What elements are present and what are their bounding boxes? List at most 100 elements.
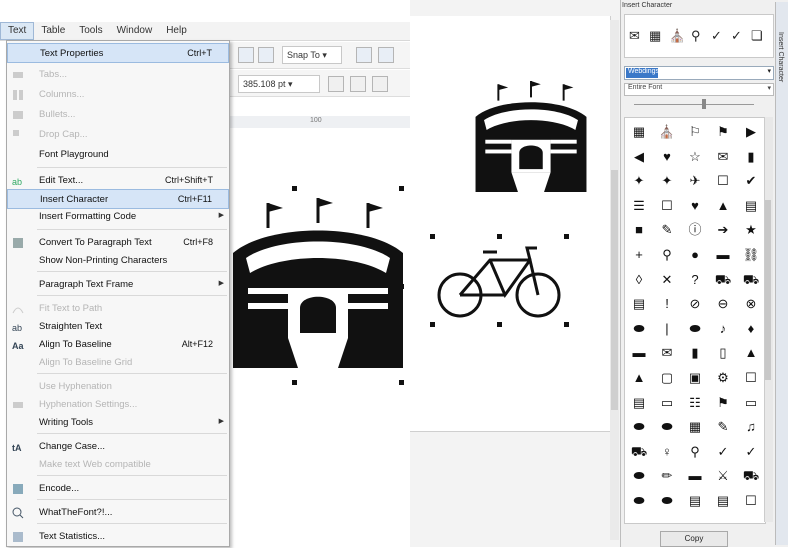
glyph-cell[interactable]: +: [625, 243, 653, 266]
glyph-cell[interactable]: ▤: [625, 391, 653, 414]
glyph-cell[interactable]: ☐: [709, 169, 737, 192]
menu-item-tabs[interactable]: Tabs...: [7, 65, 229, 85]
glyph-cell[interactable]: ✉: [653, 341, 681, 364]
menu-text[interactable]: Text: [0, 22, 35, 40]
menu-window[interactable]: Window: [110, 23, 160, 39]
glyph-cell[interactable]: ◊: [625, 268, 653, 291]
toolbar-icon-3[interactable]: [356, 47, 372, 63]
glyph-cell[interactable]: ●: [681, 243, 709, 266]
menu-item-align-to-baseline[interactable]: Aa Align To Baseline Alt+F12: [7, 335, 229, 355]
glyph-cell[interactable]: ✎: [653, 218, 681, 241]
canvas-scroll-thumb[interactable]: [611, 170, 618, 410]
docker-side-tab[interactable]: Insert Character: [775, 2, 788, 545]
glyph-cell[interactable]: ✕: [653, 268, 681, 291]
selection-handle[interactable]: [292, 380, 297, 385]
menu-item-align-to-baseline-grid[interactable]: Align To Baseline Grid: [7, 353, 229, 373]
bicycle-icon[interactable]: [435, 240, 565, 322]
menu-item-hyphenation-settings[interactable]: Hyphenation Settings...: [7, 395, 229, 415]
glyph-cell[interactable]: ⬬: [681, 317, 709, 340]
glyph-cell[interactable]: ◀: [625, 145, 653, 168]
glyph-cell[interactable]: ✦: [653, 169, 681, 192]
selection-handle[interactable]: [292, 186, 297, 191]
italic-icon[interactable]: [350, 76, 366, 92]
glyph-cell[interactable]: ★: [737, 218, 765, 241]
glyph-cell[interactable]: ✉: [709, 145, 737, 168]
snap-to-dropdown[interactable]: Snap To ▾: [282, 46, 342, 64]
glyph-cell[interactable]: ✈: [681, 169, 709, 192]
drawing-canvas-left[interactable]: [228, 128, 410, 548]
glyph-cell[interactable]: ⊖: [709, 292, 737, 315]
glyph-cell[interactable]: ⛟: [737, 268, 765, 291]
menu-item-change-case[interactable]: tA Change Case...: [7, 437, 229, 457]
stadium-icon-large[interactable]: [228, 198, 408, 388]
menu-table[interactable]: Table: [34, 23, 72, 39]
glyph-cell[interactable]: ☐: [653, 194, 681, 217]
glyph-cell[interactable]: ⛟: [625, 440, 653, 463]
menu-item-paragraph-text-frame[interactable]: Paragraph Text Frame ▶: [7, 275, 229, 295]
font-dropdown[interactable]: Webdings ▾: [624, 66, 774, 80]
glyph-cell[interactable]: ⬬: [653, 415, 681, 438]
glyph-cell[interactable]: ♪: [709, 317, 737, 340]
glyph-cell[interactable]: ♥: [653, 145, 681, 168]
copy-button[interactable]: Copy: [660, 531, 728, 547]
glyph-cell[interactable]: ▤: [737, 194, 765, 217]
menu-item-show-non-printing[interactable]: Show Non-Printing Characters: [7, 251, 229, 271]
glyph-cell[interactable]: ☷: [681, 391, 709, 414]
glyph-cell[interactable]: ▣: [681, 366, 709, 389]
toolbar-icon-4[interactable]: [378, 47, 394, 63]
selection-handle[interactable]: [399, 186, 404, 191]
menu-item-make-web-compatible[interactable]: Make text Web compatible: [7, 455, 229, 475]
glyph-cell[interactable]: ⚙: [709, 366, 737, 389]
glyph-cell[interactable]: ☐: [737, 366, 765, 389]
menu-tools[interactable]: Tools: [72, 23, 109, 39]
glyph-cell[interactable]: ▶: [737, 120, 765, 143]
glyph-cell[interactable]: ▤: [681, 489, 709, 512]
underline-icon[interactable]: [372, 76, 388, 92]
glyph-cell[interactable]: ✓: [709, 440, 737, 463]
bold-icon[interactable]: [328, 76, 344, 92]
glyph-cell[interactable]: ▲: [625, 366, 653, 389]
glyph-cell[interactable]: ⛪: [653, 120, 681, 143]
menu-item-text-properties[interactable]: Text Properties Ctrl+T: [7, 43, 229, 63]
glyph-cell[interactable]: ▯: [709, 341, 737, 364]
menu-item-encode[interactable]: Encode...: [7, 479, 229, 499]
recent-glyph[interactable]: ✓: [731, 28, 742, 44]
glyph-cell[interactable]: ?: [681, 268, 709, 291]
glyph-cell[interactable]: ▭: [737, 391, 765, 414]
menu-item-insert-character[interactable]: Insert Character Ctrl+F11: [7, 189, 229, 209]
recent-glyph[interactable]: ✓: [711, 28, 722, 44]
menu-item-bullets[interactable]: Bullets...: [7, 105, 229, 125]
selection-handle[interactable]: [399, 380, 404, 385]
menu-item-font-playground[interactable]: Font Playground: [7, 145, 229, 165]
glyph-cell[interactable]: ▬: [709, 243, 737, 266]
glyph-cell[interactable]: ▲: [737, 341, 765, 364]
glyph-cell[interactable]: ⬬: [653, 489, 681, 512]
menu-item-edit-text[interactable]: ab Edit Text... Ctrl+Shift+T: [7, 171, 229, 191]
menu-help[interactable]: Help: [159, 23, 194, 39]
stadium-icon[interactable]: [460, 81, 602, 205]
glyph-cell[interactable]: ⚲: [681, 440, 709, 463]
glyph-cell[interactable]: ▮: [681, 341, 709, 364]
glyph-cell[interactable]: ➔: [709, 218, 737, 241]
menu-item-insert-formatting-code[interactable]: Insert Formatting Code ▶: [7, 207, 229, 227]
glyph-size-slider[interactable]: [624, 98, 772, 110]
recent-glyph[interactable]: ▦: [649, 28, 661, 44]
character-filter-dropdown[interactable]: Entire Font ▾: [624, 83, 774, 96]
menu-item-columns[interactable]: Columns...: [7, 85, 229, 105]
selection-handle[interactable]: [399, 284, 404, 289]
glyph-cell[interactable]: ▲: [709, 194, 737, 217]
glyph-cell[interactable]: ⚲: [653, 243, 681, 266]
glyph-cell[interactable]: ▤: [709, 489, 737, 512]
selection-handle[interactable]: [497, 322, 502, 327]
glyph-cell[interactable]: ☆: [681, 145, 709, 168]
glyph-cell[interactable]: ⬬: [625, 415, 653, 438]
glyph-cell[interactable]: ⬬: [625, 489, 653, 512]
glyph-cell[interactable]: ▦: [625, 120, 653, 143]
menu-item-writing-tools[interactable]: Writing Tools ▶: [7, 413, 229, 433]
glyph-cell[interactable]: ✏: [653, 464, 681, 487]
toolbar-icon-2[interactable]: [258, 47, 274, 63]
glyph-cell[interactable]: ⚐: [681, 120, 709, 143]
glyph-cell[interactable]: ▮: [737, 145, 765, 168]
glyph-cell[interactable]: ▭: [653, 391, 681, 414]
glyph-cell[interactable]: |: [653, 317, 681, 340]
